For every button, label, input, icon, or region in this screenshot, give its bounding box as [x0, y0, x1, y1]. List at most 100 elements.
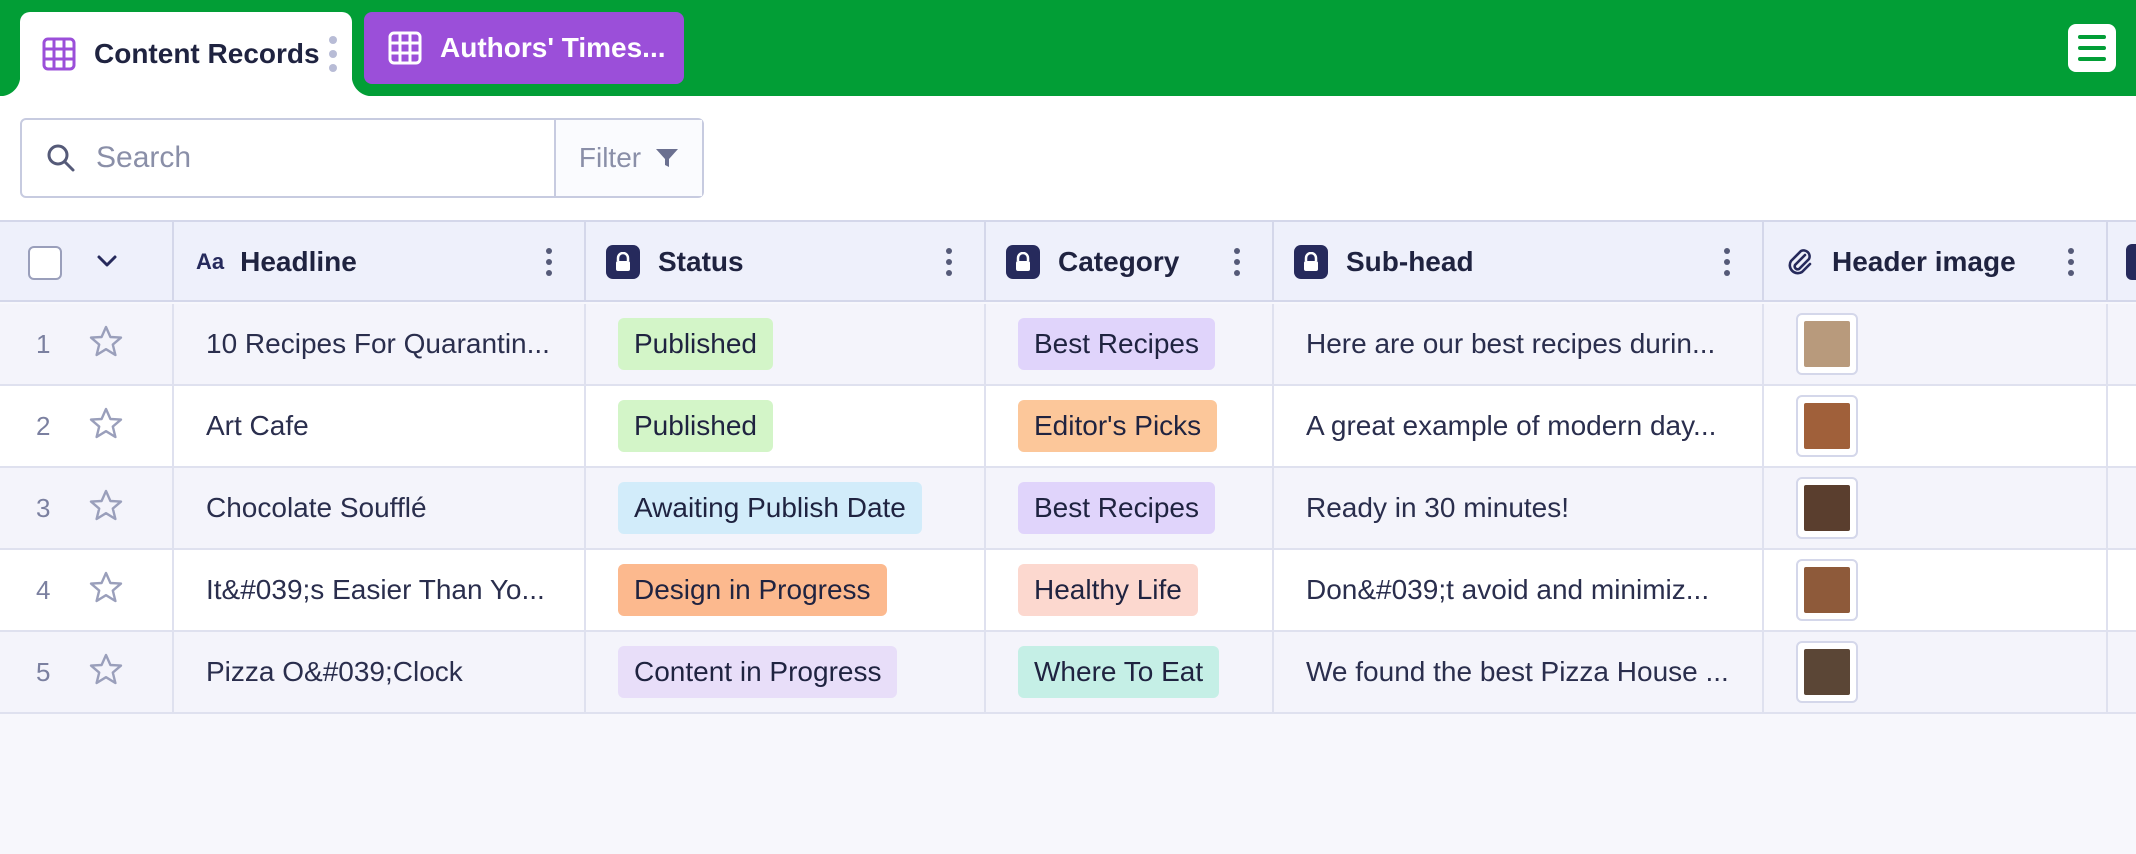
header-image-cell[interactable] — [1764, 386, 2108, 466]
headline-cell[interactable]: It&#039;s Easier Than Yo... — [174, 550, 586, 630]
tab-authors-timesheet[interactable]: Authors' Times... — [364, 12, 684, 84]
status-badge: Published — [618, 400, 773, 452]
headline-text: It&#039;s Easier Than Yo... — [206, 574, 545, 605]
records-grid: Aa Headline Status Category Sub-head Hea… — [0, 220, 2136, 854]
grid-table-icon — [42, 37, 76, 71]
status-cell[interactable]: Published — [586, 304, 986, 384]
image-thumbnail[interactable] — [1796, 313, 1858, 375]
header-image-cell[interactable] — [1764, 304, 2108, 384]
star-icon[interactable] — [88, 488, 124, 531]
grid-table-icon — [388, 31, 422, 65]
category-badge: Where To Eat — [1018, 646, 1220, 698]
tab-options-icon[interactable] — [328, 36, 338, 72]
search-input[interactable] — [96, 141, 516, 175]
category-badge: Best Recipes — [1018, 318, 1215, 370]
column-menu-icon[interactable] — [946, 248, 954, 276]
table-row[interactable]: 5 Pizza O&#039;Clock Content in Progress Wh… — [0, 632, 2136, 714]
select-column-header — [0, 222, 174, 302]
column-label: Category — [1058, 246, 1180, 277]
headline-text: Art Cafe — [206, 410, 309, 441]
column-menu-icon[interactable] — [546, 248, 554, 276]
subhead-text: Here are our best recipes durin... — [1306, 328, 1716, 359]
grid-header: Aa Headline Status Category Sub-head Hea… — [0, 222, 2136, 302]
status-badge: Awaiting Publish Date — [618, 482, 922, 534]
column-header-status[interactable]: Status — [586, 222, 986, 302]
chevron-down-icon[interactable] — [96, 252, 118, 270]
select-all-checkbox[interactable] — [28, 246, 62, 280]
column-header-subhead[interactable]: Sub-head — [1274, 222, 1764, 302]
subhead-cell[interactable]: We found the best Pizza House ... — [1274, 632, 1764, 712]
column-menu-icon[interactable] — [1724, 248, 1732, 276]
status-cell[interactable]: Published — [586, 386, 986, 466]
row-number: 4 — [36, 574, 51, 605]
column-header-headline[interactable]: Aa Headline — [174, 222, 586, 302]
column-header-header-image[interactable]: Header image — [1764, 222, 2108, 302]
subhead-text: We found the best Pizza House ... — [1306, 656, 1729, 687]
category-cell[interactable]: Where To Eat — [986, 632, 1274, 712]
filter-button[interactable]: Filter — [556, 120, 702, 196]
status-cell[interactable]: Content in Progress — [586, 632, 986, 712]
star-icon[interactable] — [88, 570, 124, 613]
subhead-cell[interactable]: Here are our best recipes durin... — [1274, 304, 1764, 384]
status-cell[interactable]: Design in Progress — [586, 550, 986, 630]
category-cell[interactable]: Best Recipes — [986, 304, 1274, 384]
row-index-cell: 3 — [0, 468, 174, 548]
image-thumbnail[interactable] — [1796, 395, 1858, 457]
column-menu-icon[interactable] — [2068, 248, 2076, 276]
table-row[interactable]: 3 Chocolate Soufflé Awaiting Publish Date B… — [0, 468, 2136, 550]
table-row[interactable]: 1 10 Recipes For Quarantin... Published Bes… — [0, 304, 2136, 386]
paperclip-icon — [1788, 249, 1812, 275]
lock-icon — [606, 245, 640, 279]
row-index-cell: 5 — [0, 632, 174, 712]
category-cell[interactable]: Healthy Life — [986, 550, 1274, 630]
headline-text: 10 Recipes For Quarantin... — [206, 328, 550, 359]
headline-text: Chocolate Soufflé — [206, 492, 427, 523]
text-aa-icon: Aa — [196, 249, 225, 274]
search-filter-bar: Filter — [20, 118, 704, 198]
category-badge: Editor's Picks — [1018, 400, 1218, 452]
headline-cell[interactable]: Pizza O&#039;Clock — [174, 632, 586, 712]
image-thumbnail[interactable] — [1796, 559, 1858, 621]
subhead-text: A great example of modern day... — [1306, 410, 1717, 441]
row-number: 3 — [36, 492, 51, 523]
subhead-text: Ready in 30 minutes! — [1306, 492, 1570, 523]
column-label: Status — [658, 246, 744, 277]
hamburger-menu-icon[interactable] — [2068, 24, 2116, 72]
tab-content-records[interactable]: Content Records — [0, 12, 372, 96]
category-badge: Healthy Life — [1018, 564, 1198, 616]
star-icon[interactable] — [88, 406, 124, 449]
status-badge: Content in Progress — [618, 646, 898, 698]
subhead-cell[interactable]: Ready in 30 minutes! — [1274, 468, 1764, 548]
row-number: 2 — [36, 410, 51, 441]
star-icon[interactable] — [88, 324, 124, 367]
header-image-cell[interactable] — [1764, 550, 2108, 630]
category-cell[interactable]: Editor's Picks — [986, 386, 1274, 466]
search-icon — [47, 144, 75, 172]
row-number: 5 — [36, 656, 51, 687]
table-row[interactable]: 4 It&#039;s Easier Than Yo... Design in Pr… — [0, 550, 2136, 632]
status-cell[interactable]: Awaiting Publish Date — [586, 468, 986, 548]
row-index-cell: 4 — [0, 550, 174, 630]
subhead-text: Don&#039;t avoid and minimiz... — [1306, 574, 1710, 605]
table-row[interactable]: 2 Art Cafe Published Editor's Picks A great … — [0, 386, 2136, 468]
tab-label: Authors' Times... — [440, 32, 666, 63]
image-thumbnail[interactable] — [1796, 641, 1858, 703]
star-icon[interactable] — [88, 652, 124, 695]
subhead-cell[interactable]: A great example of modern day... — [1274, 386, 1764, 466]
category-cell[interactable]: Best Recipes — [986, 468, 1274, 548]
lock-icon — [1294, 245, 1328, 279]
search-box[interactable] — [22, 120, 556, 196]
headline-cell[interactable]: Chocolate Soufflé — [174, 468, 586, 548]
column-header-category[interactable]: Category — [986, 222, 1274, 302]
header-image-cell[interactable] — [1764, 468, 2108, 548]
subhead-cell[interactable]: Don&#039;t avoid and minimiz... — [1274, 550, 1764, 630]
column-menu-icon[interactable] — [1234, 248, 1242, 276]
column-label: Header image — [1832, 246, 2016, 277]
row-number: 1 — [36, 328, 51, 359]
category-badge: Best Recipes — [1018, 482, 1215, 534]
status-badge: Published — [618, 318, 773, 370]
image-thumbnail[interactable] — [1796, 477, 1858, 539]
headline-cell[interactable]: Art Cafe — [174, 386, 586, 466]
headline-cell[interactable]: 10 Recipes For Quarantin... — [174, 304, 586, 384]
header-image-cell[interactable] — [1764, 632, 2108, 712]
